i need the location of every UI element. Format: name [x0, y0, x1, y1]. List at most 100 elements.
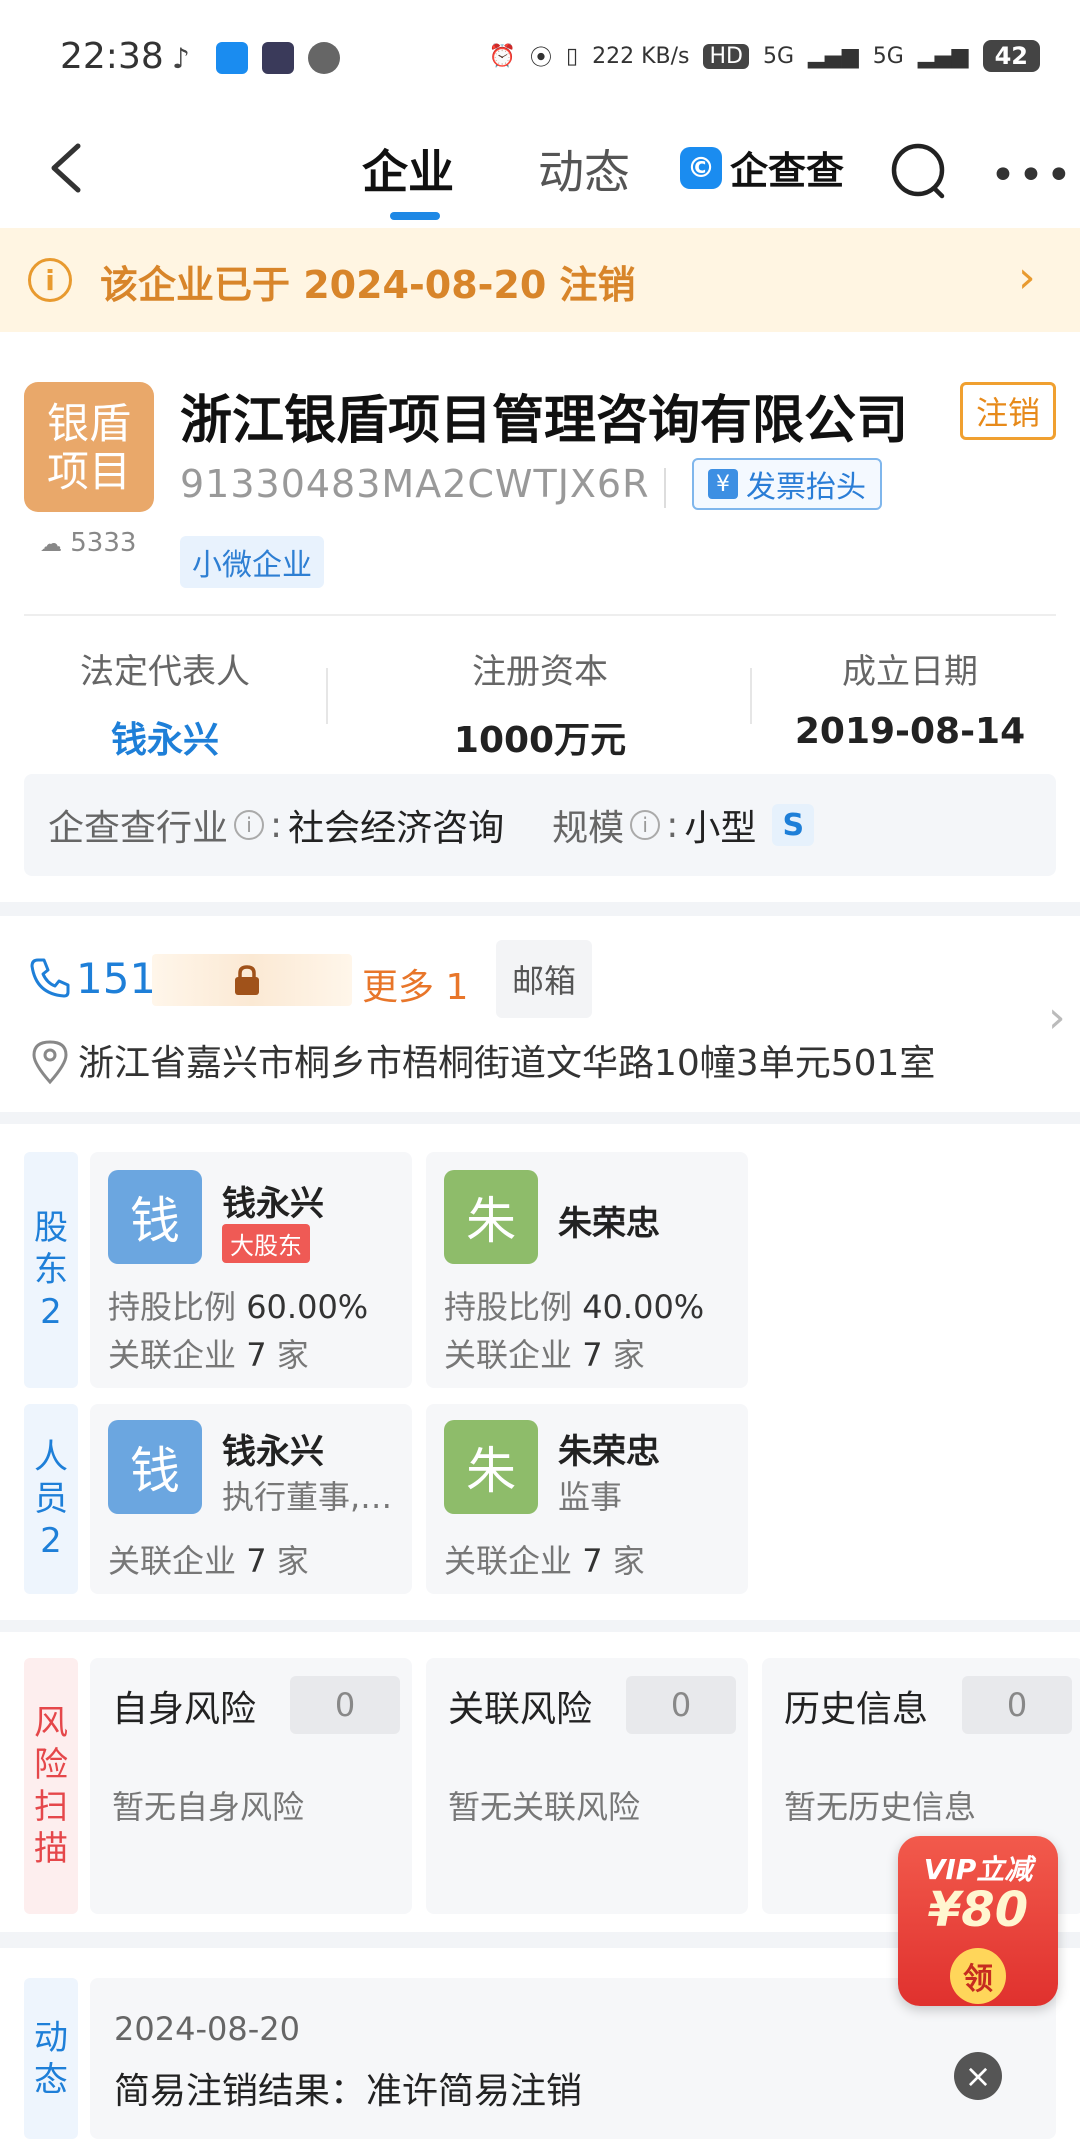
vibrate-icon: ▯ [565, 43, 579, 69]
more-icon[interactable]: ••• [990, 150, 1074, 201]
location-icon: ⦿ [529, 46, 552, 71]
establish-date: 成立日期 2019-08-14 [745, 644, 1075, 752]
person-card[interactable]: 钱 钱永兴 执行董事,… 关联企业 7 家 [90, 1404, 412, 1594]
personnel-tab[interactable]: 人 员 2 [24, 1404, 78, 1594]
person-role: 执行董事,… [222, 1478, 393, 1516]
k-app-icon [262, 42, 294, 74]
person-name: 朱荣忠 [558, 1432, 660, 1472]
size-tag[interactable]: 小微企业 [180, 536, 324, 588]
credit-code[interactable]: 91330483MA2CWTJX6R [180, 462, 650, 506]
major-shareholder-tag: 大股东 [222, 1224, 310, 1263]
related-companies: 关联企业 7 家 [444, 1542, 645, 1580]
risk-desc: 暂无历史信息 [784, 1788, 977, 1826]
personnel-count: 2 [40, 1521, 62, 1561]
key-label: 法定代表人 [80, 652, 250, 692]
shareholder-card[interactable]: 钱 钱永兴 大股东 持股比例 60.00% 关联企业 7 家 [90, 1152, 412, 1388]
industry-label: 企查查行业 [48, 808, 229, 849]
risk-scan-tab[interactable]: 风 险 扫 描 [24, 1658, 78, 1914]
company-logo: 银盾 项目 [24, 382, 154, 512]
people-section: 股 东 2 钱 钱永兴 大股东 持股比例 60.00% 关联企业 7 家 朱 朱… [0, 1124, 1080, 1620]
invoice-title-button[interactable]: ¥ 发票抬头 [692, 458, 882, 510]
dynamic-date: 2024-08-20 [114, 2010, 300, 2048]
key-value: 2019-08-14 [794, 711, 1026, 752]
risk-title: 关联风险 [448, 1689, 593, 1730]
scale-badge: S [772, 804, 815, 846]
dynamic-tab[interactable]: 动 态 [24, 1978, 78, 2139]
vip-discount-badge[interactable]: VIP立减 ¥80 领 [898, 1836, 1058, 2006]
invoice-label: 发票抬头 [746, 470, 866, 505]
network-1: 5G [762, 43, 795, 69]
email-button[interactable]: 邮箱 [496, 940, 592, 1018]
risk-count: 0 [290, 1676, 400, 1734]
divider [326, 668, 328, 724]
risk-count: 0 [962, 1676, 1072, 1734]
shareholders-count: 2 [40, 1292, 62, 1332]
deregistration-banner[interactable]: i 该企业已于 2024-08-20 注销 › [0, 228, 1080, 332]
alarm-icon: ⏰ [488, 43, 516, 69]
info-icon[interactable]: i [234, 810, 265, 840]
key-label: 成立日期 [842, 652, 978, 692]
search-icon[interactable] [888, 140, 950, 202]
status-time: 22:38 [60, 36, 164, 77]
contact-section[interactable]: 151 更多 1 邮箱 › 浙江省嘉兴市桐乡市梧桐街道文华路10幢3单元501室 [0, 916, 1080, 1112]
related-risk-card[interactable]: 关联风险 0 暂无关联风险 [426, 1658, 748, 1914]
heat-count: ☁ 5333 [40, 528, 137, 558]
lock-icon [235, 965, 259, 995]
wechat-icon [308, 42, 340, 74]
logo-line-2: 项目 [46, 447, 131, 496]
battery-icon: 42 [982, 40, 1040, 72]
info-icon: i [28, 258, 72, 302]
person-name: 钱永兴 [222, 1432, 324, 1472]
related-companies: 关联企业 7 家 [108, 1336, 309, 1374]
logo-line-1: 银盾 [46, 399, 131, 448]
close-icon[interactable]: × [954, 2052, 1002, 2100]
avatar: 钱 [108, 1170, 202, 1264]
legal-rep-name[interactable]: 钱永兴 [0, 711, 330, 763]
registered-capital: 注册资本 1000万元 [375, 644, 705, 763]
person-card[interactable]: 朱 朱荣忠 监事 关联企业 7 家 [426, 1404, 748, 1594]
yen-icon: ¥ [708, 469, 738, 499]
tab-active-indicator [390, 212, 440, 220]
more-phones-link[interactable]: 更多 1 [362, 958, 468, 1010]
divider [664, 468, 666, 508]
music-icon: ♪ [172, 42, 190, 75]
claim-button[interactable]: 领 [950, 1948, 1006, 2004]
status-badge: 注销 [960, 382, 1056, 440]
address[interactable]: 浙江省嘉兴市桐乡市梧桐街道文华路10幢3单元501室 [78, 1034, 935, 1086]
self-risk-card[interactable]: 自身风险 0 暂无自身风险 [90, 1658, 412, 1914]
shareholder-card[interactable]: 朱 朱荣忠 持股比例 40.00% 关联企业 7 家 [426, 1152, 748, 1388]
risk-title: 历史信息 [784, 1689, 929, 1730]
phone-icon [30, 958, 70, 998]
shareholders-tab[interactable]: 股 东 2 [24, 1152, 78, 1388]
brand-name: 企查查 [730, 149, 845, 193]
risk-count: 0 [626, 1676, 736, 1734]
company-name: 浙江银盾项目管理咨询有限公司 [180, 391, 909, 451]
legal-rep[interactable]: 法定代表人 钱永兴 [0, 644, 330, 763]
info-icon[interactable]: i [630, 810, 661, 840]
holding-ratio: 持股比例 60.00% [108, 1288, 369, 1326]
avatar: 朱 [444, 1170, 538, 1264]
back-arrow-icon[interactable] [40, 138, 100, 198]
tab-dynamic[interactable]: 动态 [538, 136, 630, 202]
qcc-logo-icon: © [680, 146, 722, 189]
scale-label: 规模 [552, 808, 625, 849]
phone-number[interactable]: 151 [76, 954, 156, 1003]
net-speed: 222 KB/s [592, 43, 690, 69]
person-role: 监事 [558, 1478, 623, 1516]
avatar: 钱 [108, 1420, 202, 1514]
shareholder-name: 朱荣忠 [558, 1204, 660, 1244]
signal-icon-2: ▂▄▆ [917, 43, 969, 69]
qcc-app-icon [216, 42, 248, 74]
risk-desc: 暂无自身风险 [112, 1788, 305, 1826]
holding-ratio: 持股比例 40.00% [444, 1288, 705, 1326]
hd-label: HD [703, 43, 749, 69]
banner-text: 该企业已于 2024-08-20 注销 [100, 263, 636, 307]
tab-enterprise[interactable]: 企业 [362, 136, 454, 202]
status-bar: 22:38 ♪ ⏰ ⦿ ▯ 222 KB/s HD 5G ▂▄▆ 5G ▂▄▆ … [0, 0, 1080, 110]
chevron-right-icon: › [1018, 252, 1036, 303]
divider [24, 614, 1056, 616]
industry-box[interactable]: 企查查行业 i : 社会经济咨询 规模 i : 小型 S [24, 774, 1056, 876]
dynamic-text: 简易注销结果：准许简易注销 [114, 2071, 583, 2112]
related-companies: 关联企业 7 家 [444, 1336, 645, 1374]
risk-desc: 暂无关联风险 [448, 1788, 641, 1826]
